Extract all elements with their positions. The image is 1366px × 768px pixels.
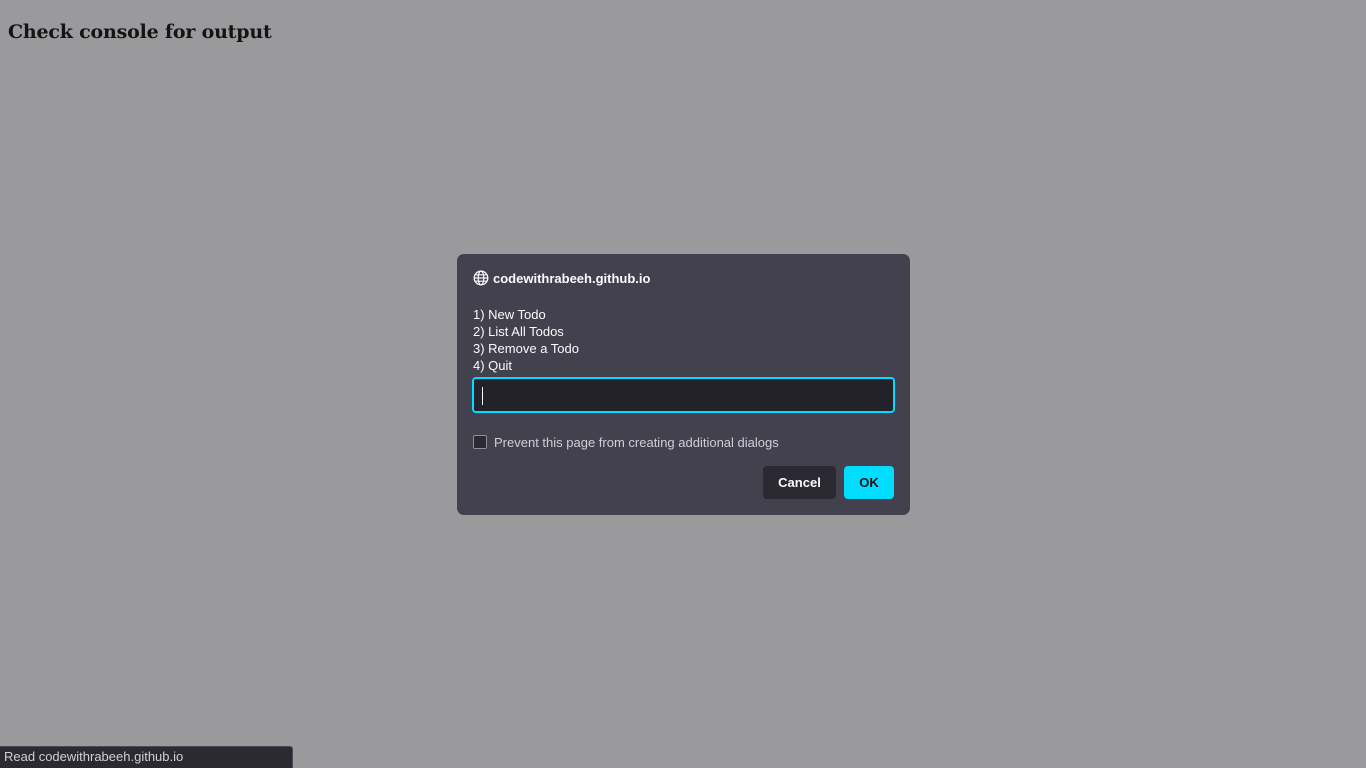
prevent-dialogs-option[interactable]: Prevent this page from creating addition…	[473, 433, 779, 451]
message-line: 1) New Todo	[473, 307, 546, 322]
cancel-button[interactable]: Cancel	[763, 466, 836, 499]
prompt-input[interactable]	[472, 377, 895, 413]
ok-button[interactable]: OK	[844, 466, 894, 499]
page-heading: Check console for output	[8, 21, 272, 43]
message-line: 3) Remove a Todo	[473, 341, 579, 356]
message-line: 2) List All Todos	[473, 324, 564, 339]
prevent-dialogs-label[interactable]: Prevent this page from creating addition…	[494, 435, 779, 450]
prompt-dialog: codewithrabeeh.github.io 1) New Todo 2) …	[457, 254, 910, 515]
prevent-dialogs-checkbox[interactable]	[473, 435, 487, 449]
dialog-origin: codewithrabeeh.github.io	[473, 270, 650, 286]
status-bar: Read codewithrabeeh.github.io	[0, 746, 293, 768]
text-caret	[482, 387, 483, 405]
dialog-origin-text: codewithrabeeh.github.io	[493, 270, 651, 286]
message-line: 4) Quit	[473, 358, 513, 373]
globe-icon	[473, 270, 489, 286]
dialog-message: 1) New Todo 2) List All Todos 3) Remove …	[473, 306, 579, 374]
